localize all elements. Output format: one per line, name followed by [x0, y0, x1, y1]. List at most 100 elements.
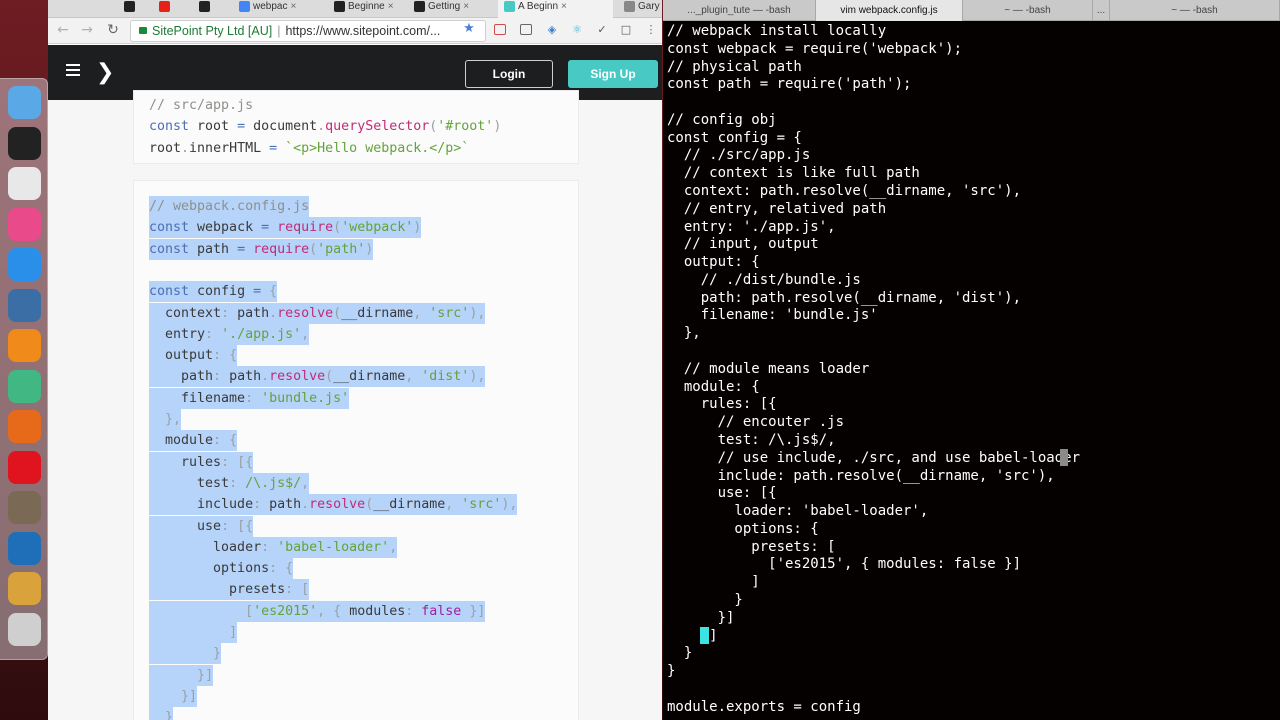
terminal-tab[interactable]: ..._plugin_tute — -bash	[663, 0, 816, 21]
code-line: use: [{	[149, 515, 254, 537]
back-arrow-icon[interactable]: ←	[54, 21, 72, 39]
article-content: // src/app.js const root = document.query…	[48, 90, 662, 720]
quicktime-icon[interactable]	[8, 531, 41, 565]
atom-icon[interactable]	[8, 369, 41, 403]
code-line: filename: 'bundle.js'	[149, 387, 350, 409]
terminal-line: const webpack = require('webpack');	[667, 40, 963, 57]
close-tab-icon[interactable]: ×	[561, 1, 567, 12]
code-line: const path = require('path')	[149, 238, 374, 260]
code-line: ]	[149, 622, 238, 643]
trash-icon[interactable]	[8, 612, 41, 646]
close-tab-icon[interactable]: ×	[290, 1, 296, 12]
code-line: test: /\.js$/,	[149, 472, 310, 494]
terminal-line: path: path.resolve(__dirname, 'dist'),	[667, 289, 1022, 306]
close-tab-icon[interactable]: ×	[388, 1, 394, 12]
browser-tab[interactable]: Getting ×	[408, 0, 496, 18]
terminal-tab[interactable]: ~ — -bash	[963, 0, 1093, 21]
address-bar[interactable]: SitePoint Pty Ltd [AU] | https://www.sitep…	[130, 20, 486, 42]
code-line: module: {	[149, 430, 238, 452]
terminal-line: // encouter .js	[667, 414, 845, 431]
lock-icon	[139, 27, 147, 35]
code-line: }	[149, 707, 174, 720]
code-line: loader: 'babel-loader',	[149, 536, 398, 558]
code-line: ['es2015', { modules: false }]	[149, 600, 486, 622]
extension-pocket-icon[interactable]	[494, 24, 506, 35]
close-tab-icon[interactable]: ×	[463, 1, 469, 12]
terminal-window: ..._plugin_tute — -bash vim webpack.confi…	[663, 0, 1280, 720]
extension-puzzle-icon[interactable]: □	[619, 23, 633, 37]
code-line: },	[149, 409, 182, 430]
extension-shield-icon[interactable]: ◈	[545, 23, 559, 37]
forward-arrow-icon[interactable]: →	[78, 21, 96, 39]
drinks-icon[interactable]	[8, 572, 41, 605]
signup-button[interactable]: Sign Up	[568, 60, 658, 88]
terminal-line: filename: 'bundle.js'	[667, 307, 878, 324]
gimp-icon[interactable]	[8, 491, 41, 524]
terminal-tab[interactable]: ...	[1093, 0, 1110, 21]
browser-tab[interactable]: Gary×	[618, 0, 662, 18]
code-block-webpack-config: // webpack.config.js const webpack = requ…	[133, 180, 579, 720]
firefox-icon[interactable]	[8, 410, 41, 443]
extension-react-icon[interactable]: ⚛	[570, 23, 584, 37]
terminal-line: const config = {	[667, 129, 802, 146]
opera-icon[interactable]	[8, 450, 41, 484]
chrome-icon[interactable]	[8, 167, 41, 200]
browser-tab[interactable]: A Beginn ×	[498, 0, 613, 18]
reload-icon[interactable]: ↻	[104, 21, 122, 39]
github-icon	[124, 0, 135, 12]
code-line: root.innerHTML = `<p>Hello webpack.</p>`	[149, 140, 470, 156]
terminal-line: // config obj	[667, 111, 777, 128]
code-line: path: path.resolve(__dirname, 'dist'),	[149, 366, 486, 388]
itunes-icon[interactable]	[8, 207, 41, 241]
google-icon	[239, 0, 250, 12]
browser-tab[interactable]	[153, 0, 189, 18]
browser-tab-label: Beginne	[348, 1, 385, 12]
terminal-tab[interactable]: ~ — -bash	[1110, 0, 1280, 21]
terminal-line: context: path.resolve(__dirname, 'src'),	[667, 183, 1022, 200]
extension-screen-icon[interactable]	[520, 24, 532, 35]
terminal-line: }	[667, 591, 743, 608]
hamburger-menu-icon[interactable]	[66, 64, 80, 76]
terminal-line: // input, output	[667, 236, 819, 253]
medium-icon	[334, 0, 345, 12]
menu-dots-icon[interactable]: ⋮	[644, 23, 658, 37]
code-line: presets: [	[149, 579, 310, 601]
login-button[interactable]: Login	[465, 60, 553, 88]
browser-tab-label: A Beginn	[518, 1, 559, 12]
virtualbox-icon[interactable]	[8, 288, 41, 322]
code-line: const config = {	[149, 281, 278, 303]
vim-cursor	[700, 627, 709, 644]
terminal-line: module.exports = config	[667, 698, 861, 715]
code-line: options: {	[149, 558, 294, 580]
terminal-tab[interactable]: vim webpack.config.js	[816, 0, 963, 21]
terminal-line: // module means loader	[667, 360, 870, 377]
code-line: // webpack.config.js	[149, 196, 310, 217]
extension-eyedropper-icon[interactable]: ✓	[595, 23, 609, 37]
terminal-line: include: path.resolve(__dirname, 'src'),	[667, 467, 1055, 484]
site-identity: SitePoint Pty Ltd [AU]	[152, 24, 273, 38]
address-url: https://www.sitepoint.com/...	[285, 24, 441, 38]
browser-toolbar: ← → ↻ SitePoint Pty Ltd [AU] | https://www…	[48, 18, 662, 44]
browser-window: webpac×Beginne×Getting×A Beginn×Gary× ← …	[48, 0, 662, 720]
browser-tab[interactable]	[118, 0, 148, 18]
terminal-line: use: [{	[667, 485, 777, 502]
terminal-line: presets: [	[667, 538, 836, 555]
bookmark-star-icon[interactable]: ★	[462, 22, 476, 36]
finder-icon[interactable]	[8, 86, 41, 119]
selection-marker	[1060, 449, 1068, 466]
browser-tab[interactable]: webpac ×	[233, 0, 323, 18]
terminal-line: output: {	[667, 254, 760, 271]
browser-tab[interactable]	[193, 0, 229, 18]
dock	[0, 78, 48, 660]
terminal-icon[interactable]	[8, 126, 41, 160]
browser-tab[interactable]: Beginne ×	[328, 0, 406, 18]
terminal-line: rules: [{	[667, 396, 777, 413]
terminal-line: // entry, relatived path	[667, 200, 887, 217]
sitepoint-logo-icon[interactable]: ❯	[96, 61, 118, 85]
vlc-icon[interactable]	[8, 329, 41, 362]
app-store-icon[interactable]	[8, 248, 41, 281]
terminal-tab-bar: ..._plugin_tute — -bash vim webpack.confi…	[663, 0, 1280, 21]
terminal-line: },	[667, 325, 701, 342]
terminal-line: }	[667, 645, 693, 662]
